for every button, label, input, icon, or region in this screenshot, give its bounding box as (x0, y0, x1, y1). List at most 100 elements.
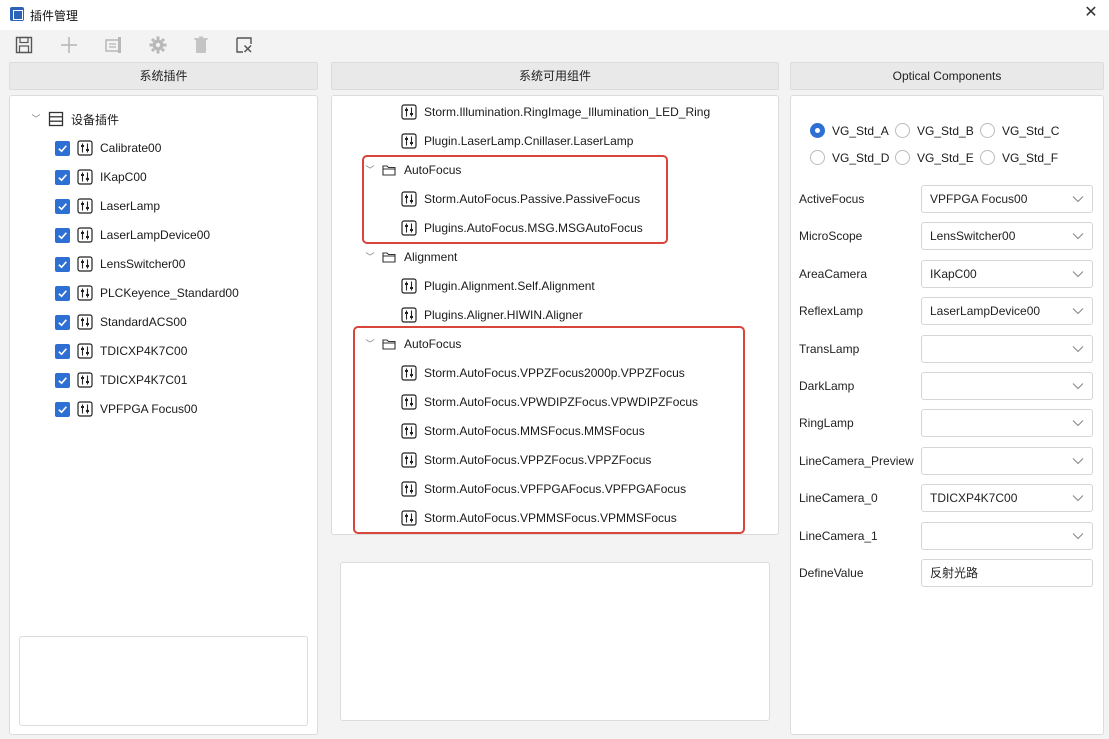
property-dropdown[interactable]: LensSwitcher00 (921, 222, 1093, 251)
radio-label: VG_Std_B (917, 123, 974, 138)
chevron-down-icon[interactable] (1072, 195, 1084, 203)
checkbox[interactable] (55, 343, 70, 359)
chevron-down-icon[interactable] (1072, 532, 1084, 540)
plugin-icon (77, 140, 93, 156)
checkbox[interactable] (55, 285, 70, 301)
plugin-item-label: PLCKeyence_Standard00 (100, 286, 239, 300)
component-item-label: Plugin.LaserLamp.Cnillaser.LaserLamp (424, 134, 634, 148)
radio-option[interactable]: VG_Std_F (980, 150, 1058, 165)
checkbox[interactable] (55, 140, 70, 156)
optical-components-header[interactable]: Optical Components (790, 62, 1104, 90)
group-label: AutoFocus (404, 337, 462, 351)
chevron-down-icon[interactable] (1072, 419, 1084, 427)
property-dropdown[interactable]: VPFPGA Focus00 (921, 185, 1093, 213)
chevron-down-icon[interactable]: ﹀ (30, 113, 42, 125)
property-dropdown[interactable]: TDICXP4K7C00 (921, 484, 1093, 513)
chevron-down-icon[interactable]: ﹀ (364, 251, 376, 263)
plugin-item-label: IKapC00 (100, 170, 147, 184)
property-dropdown[interactable]: IKapC00 (921, 259, 1093, 288)
component-item[interactable]: Storm.AutoFocus.VPPZFocus2000p.VPPZFocus (401, 362, 685, 384)
clear-button[interactable] (233, 34, 255, 56)
radio-indicator[interactable] (980, 123, 995, 138)
checkbox[interactable] (55, 372, 70, 388)
property-dropdown[interactable]: LaserLampDevice00 (921, 297, 1093, 326)
checkbox[interactable] (55, 256, 70, 272)
radio-indicator[interactable] (980, 150, 995, 165)
delete-button[interactable] (190, 34, 212, 56)
component-item[interactable]: Storm.AutoFocus.VPPZFocus.VPPZFocus (401, 449, 651, 471)
plugin-item-label: TDICXP4K7C01 (100, 373, 188, 387)
checkbox[interactable] (55, 401, 70, 417)
plugin-item[interactable]: StandardACS00 (55, 311, 187, 333)
chevron-down-icon[interactable] (1072, 382, 1084, 390)
chevron-down-icon[interactable]: ﹀ (364, 164, 376, 176)
edit-button[interactable] (103, 34, 125, 56)
save-button[interactable] (13, 34, 35, 56)
property-label: DarkLamp (799, 379, 855, 393)
radio-indicator[interactable] (810, 123, 825, 138)
component-item[interactable]: Storm.Illumination.RingImage_Illuminatio… (401, 101, 710, 123)
chevron-down-icon[interactable] (1072, 270, 1084, 278)
chevron-down-icon[interactable] (1072, 345, 1084, 353)
component-item-label: Plugin.Alignment.Self.Alignment (424, 279, 595, 293)
plugin-item[interactable]: TDICXP4K7C01 (55, 369, 187, 391)
tree-root-device-plugins[interactable]: ﹀ 设备插件 (30, 108, 119, 130)
component-item[interactable]: Storm.AutoFocus.MMSFocus.MMSFocus (401, 420, 645, 442)
radio-label: VG_Std_C (1002, 123, 1060, 138)
chevron-down-icon[interactable] (1072, 232, 1084, 240)
plugin-item[interactable]: IKapC00 (55, 166, 147, 188)
component-item[interactable]: Storm.AutoFocus.VPFPGAFocus.VPFPGAFocus (401, 478, 686, 500)
property-dropdown[interactable] (921, 409, 1093, 438)
component-group[interactable]: ﹀ AutoFocus (364, 333, 461, 355)
property-label: LineCamera_Preview (799, 453, 914, 468)
component-item[interactable]: Storm.AutoFocus.VPMMSFocus.VPMMSFocus (401, 507, 677, 529)
checkbox[interactable] (55, 227, 70, 243)
component-group[interactable]: ﹀ Alignment (364, 246, 457, 268)
plugin-item[interactable]: LaserLampDevice00 (55, 224, 210, 246)
component-item[interactable]: Plugins.AutoFocus.MSG.MSGAutoFocus (401, 217, 643, 239)
radio-indicator[interactable] (895, 123, 910, 138)
radio-indicator[interactable] (895, 150, 910, 165)
chevron-down-icon[interactable] (1072, 457, 1084, 465)
radio-option[interactable]: VG_Std_B (895, 123, 974, 138)
chevron-down-icon[interactable]: ﹀ (364, 338, 376, 350)
component-item[interactable]: Storm.AutoFocus.VPWDIPZFocus.VPWDIPZFocu… (401, 391, 698, 413)
plugin-item[interactable]: Calibrate00 (55, 137, 161, 159)
chevron-down-icon[interactable] (1072, 307, 1084, 315)
component-item-label: Storm.AutoFocus.VPMMSFocus.VPMMSFocus (424, 511, 677, 525)
plugin-item[interactable]: LaserLamp (55, 195, 160, 217)
component-item-label: Plugins.Aligner.HIWIN.Aligner (424, 308, 583, 322)
component-item[interactable]: Plugin.Alignment.Self.Alignment (401, 275, 595, 297)
chevron-down-icon[interactable] (1072, 494, 1084, 502)
component-item[interactable]: Storm.AutoFocus.Passive.PassiveFocus (401, 188, 640, 210)
radio-option[interactable]: VG_Std_E (895, 150, 974, 165)
close-icon[interactable]: ✕ (1083, 5, 1099, 21)
available-components-header[interactable]: 系统可用组件 (331, 62, 779, 90)
radio-indicator[interactable] (810, 150, 825, 165)
add-button[interactable] (58, 34, 80, 56)
plugin-item[interactable]: TDICXP4K7C00 (55, 340, 187, 362)
property-dropdown[interactable] (921, 372, 1093, 400)
component-item[interactable]: Plugin.LaserLamp.Cnillaser.LaserLamp (401, 130, 633, 152)
plugin-icon (401, 191, 417, 207)
radio-option[interactable]: VG_Std_C (980, 123, 1059, 138)
folder-icon (382, 164, 396, 176)
property-dropdown[interactable] (921, 446, 1093, 475)
checkbox[interactable] (55, 169, 70, 185)
radio-option[interactable]: VG_Std_D (810, 150, 889, 165)
system-plugins-header[interactable]: 系统插件 (9, 62, 318, 90)
radio-option[interactable]: VG_Std_A (810, 123, 889, 138)
plugin-item[interactable]: LensSwitcher00 (55, 253, 185, 275)
settings-button[interactable] (147, 34, 169, 56)
property-dropdown[interactable] (921, 521, 1093, 550)
component-item[interactable]: Plugins.Aligner.HIWIN.Aligner (401, 304, 583, 326)
plugin-item[interactable]: PLCKeyence_Standard00 (55, 282, 239, 304)
checkbox[interactable] (55, 198, 70, 214)
property-text-field[interactable]: 反射光路 (921, 559, 1093, 587)
property-dropdown[interactable] (921, 334, 1093, 363)
group-label: Alignment (404, 250, 458, 264)
component-group[interactable]: ﹀ AutoFocus (364, 159, 461, 181)
checkbox[interactable] (55, 314, 70, 330)
radio-label: VG_Std_F (1002, 150, 1059, 165)
plugin-item[interactable]: VPFPGA Focus00 (55, 398, 197, 420)
